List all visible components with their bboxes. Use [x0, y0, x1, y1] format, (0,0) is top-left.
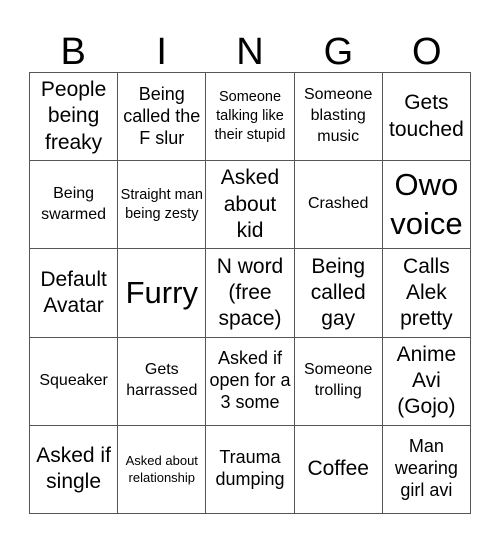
header-letter-n: N [236, 31, 264, 73]
bingo-cell[interactable]: People being freaky [30, 73, 119, 162]
bingo-cell[interactable]: Man wearing girl avi [382, 425, 471, 514]
bingo-cell[interactable]: Being called the F slur [118, 73, 207, 162]
bingo-grid: People being freaky Being called the F s… [29, 72, 471, 514]
bingo-cell[interactable]: Asked about relationship [118, 425, 207, 514]
bingo-cell[interactable]: Trauma dumping [206, 425, 295, 514]
bingo-header: B I N G O [29, 30, 471, 72]
bingo-cell free-space-cell[interactable]: N word (free space) [206, 249, 295, 338]
header-letter-b: B [60, 31, 86, 73]
bingo-cell[interactable]: Someone talking like their stupid [206, 73, 295, 162]
bingo-cell[interactable]: Anime Avi (Gojo) [382, 337, 471, 426]
bingo-cell[interactable]: Being called gay [294, 249, 383, 338]
bingo-cell[interactable]: Coffee [294, 425, 383, 514]
bingo-cell[interactable]: Asked about kid [206, 161, 295, 250]
bingo-cell[interactable]: Being swarmed [30, 161, 119, 250]
header-letter-o: O [412, 31, 442, 73]
bingo-cell[interactable]: Default Avatar [30, 249, 119, 338]
bingo-cell[interactable]: Straight man being zesty [118, 161, 207, 250]
bingo-cell[interactable]: Furry [118, 249, 207, 338]
bingo-cell[interactable]: Gets touched [382, 73, 471, 162]
bingo-cell[interactable]: Asked if open for a 3 some [206, 337, 295, 426]
header-letter-g: G [323, 31, 354, 73]
bingo-cell[interactable]: Someone trolling [294, 337, 383, 426]
bingo-cell[interactable]: Gets harrassed [118, 337, 207, 426]
bingo-cell[interactable]: Crashed [294, 161, 383, 250]
header-letter-i: I [156, 31, 167, 73]
bingo-cell[interactable]: Calls Alek pretty [382, 249, 471, 338]
bingo-cell[interactable]: Asked if single [30, 425, 119, 514]
bingo-cell[interactable]: Someone blasting music [294, 73, 383, 162]
bingo-cell[interactable]: Owo voice [382, 161, 471, 250]
bingo-cell[interactable]: Squeaker [30, 337, 119, 426]
